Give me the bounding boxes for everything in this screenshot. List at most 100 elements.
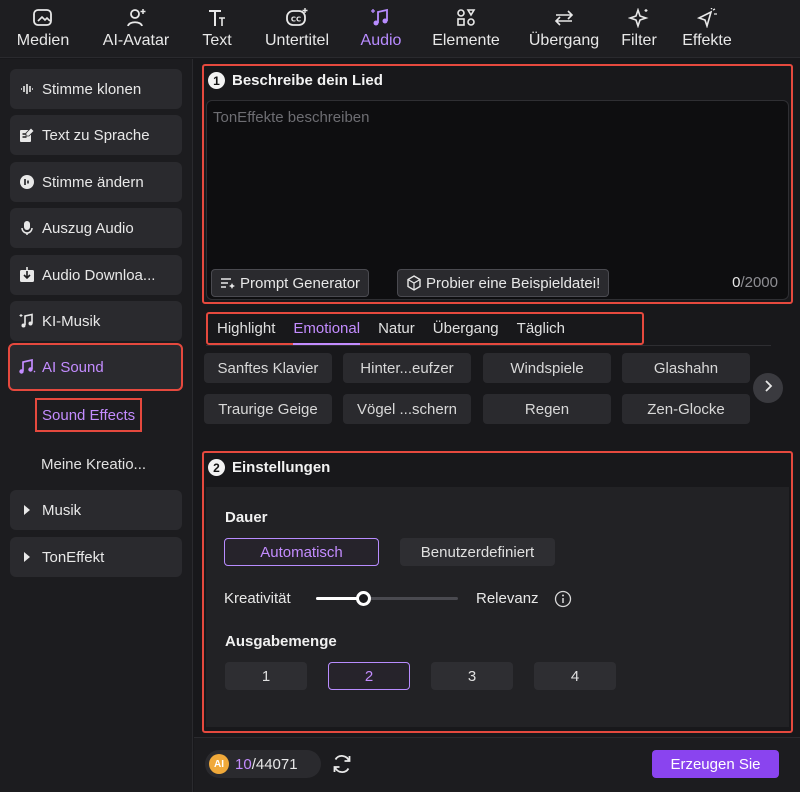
tool-label: Text — [202, 32, 232, 49]
top-toolbar: Medien AI-Avatar Text CC Untertitel Audi… — [0, 0, 800, 58]
tool-label: Effekte — [682, 32, 732, 49]
sound-chip[interactable]: Regen — [483, 394, 611, 424]
settings-title-text: Einstellungen — [232, 459, 331, 476]
refresh-icon[interactable] — [331, 753, 353, 775]
download-icon — [18, 266, 36, 284]
describe-title-text: Beschreibe dein Lied — [232, 72, 383, 89]
elements-icon — [453, 6, 479, 30]
tool-subtitles[interactable]: CC Untertitel — [248, 0, 346, 58]
media-icon — [30, 6, 56, 30]
tool-elements[interactable]: Elemente — [416, 0, 516, 58]
tool-label: Medien — [16, 32, 70, 49]
relevance-label: Relevanz — [476, 590, 539, 607]
duration-label: Dauer — [225, 509, 268, 526]
creativity-label: Kreativität — [224, 590, 291, 607]
effects-icon — [694, 6, 720, 30]
caret-right-icon — [18, 548, 36, 566]
tool-label: Untertitel — [264, 32, 330, 49]
sidebar-sub-label: Meine Kreatio... — [41, 455, 147, 473]
cube-icon — [406, 275, 422, 291]
tool-ai-avatar[interactable]: AI-Avatar — [86, 0, 186, 58]
sidebar-group-label: TonEffekt — [42, 548, 105, 566]
description-placeholder: TonEffekte beschreiben — [213, 109, 370, 126]
subtitle-icon: CC — [284, 6, 310, 30]
filter-icon — [626, 6, 652, 30]
tab-transition[interactable]: Übergang — [433, 314, 499, 343]
sidebar-item-audio-extract[interactable]: Auszug Audio — [10, 208, 182, 248]
tab-highlight[interactable]: Highlight — [217, 314, 275, 343]
example-file-button[interactable]: Probier eine Beispieldatei! — [397, 269, 610, 297]
category-tabs: Highlight Emotional Natur Übergang Tägli… — [206, 312, 644, 345]
tool-filter[interactable]: Filter — [612, 0, 666, 58]
tool-audio[interactable]: Audio — [346, 0, 416, 58]
duration-auto-button[interactable]: Automatisch — [224, 538, 379, 566]
sidebar-group-sound-effect[interactable]: TonEffekt — [10, 537, 182, 577]
sidebar-item-ai-sound[interactable]: AI Sound — [8, 343, 183, 391]
music-note-icon — [18, 312, 36, 330]
tool-transition[interactable]: Übergang — [516, 0, 612, 58]
output-option-4[interactable]: 4 — [534, 662, 616, 690]
slider-thumb[interactable] — [355, 591, 371, 606]
tool-label: Übergang — [528, 32, 600, 49]
transition-icon — [551, 6, 577, 30]
step-number: 2 — [208, 459, 225, 476]
voice-change-icon — [18, 173, 36, 191]
avatar-icon — [123, 6, 149, 30]
sidebar-item-text-to-speech[interactable]: Text zu Sprache — [10, 115, 182, 155]
duration-custom-button[interactable]: Benutzerdefiniert — [400, 538, 555, 566]
example-file-label: Probier eine Beispieldatei! — [426, 274, 601, 292]
sound-chip[interactable]: Traurige Geige — [204, 394, 332, 424]
sidebar-sub-my-creations[interactable]: Meine Kreatio... — [41, 447, 146, 481]
sound-chip[interactable]: Windspiele — [483, 353, 611, 383]
microphone-icon — [18, 219, 36, 237]
tab-emotional[interactable]: Emotional — [293, 314, 360, 345]
tool-label: Filter — [621, 32, 657, 49]
creativity-relevance-slider[interactable] — [316, 591, 458, 606]
credits-used: 10 — [235, 755, 252, 773]
ai-coin-icon: AI — [209, 754, 229, 774]
text-to-speech-icon — [18, 126, 36, 144]
credits-badge: AI 10/44071 — [205, 750, 321, 778]
caret-right-icon — [18, 501, 36, 519]
settings-title: 2 Einstellungen — [208, 459, 330, 476]
text-icon — [204, 6, 230, 30]
tool-text[interactable]: Text — [186, 0, 248, 58]
tool-effects[interactable]: Effekte — [666, 0, 748, 58]
description-textarea[interactable]: TonEffekte beschreiben Prompt Generator … — [206, 100, 789, 300]
sidebar-sub-label: Sound Effects — [42, 406, 136, 424]
chevron-right-icon — [763, 379, 773, 397]
tab-daily[interactable]: Täglich — [517, 314, 565, 343]
waveform-icon — [18, 80, 36, 98]
chips-next-button[interactable] — [753, 373, 783, 403]
output-option-3[interactable]: 3 — [431, 662, 513, 690]
sidebar-item-label: Stimme ändern — [42, 173, 144, 191]
tool-label: Audio — [360, 32, 402, 49]
sound-chip[interactable]: Zen-Glocke — [622, 394, 750, 424]
sidebar-item-label: Stimme klonen — [42, 80, 142, 98]
sound-chip[interactable]: Vögel ...schern — [343, 394, 471, 424]
tab-nature[interactable]: Natur — [378, 314, 415, 343]
sound-chip[interactable]: Hinter...eufzer — [343, 353, 471, 383]
sidebar-item-label: Audio Downloa... — [42, 266, 156, 284]
sidebar-group-music[interactable]: Musik — [10, 490, 182, 530]
info-icon[interactable] — [554, 590, 572, 613]
svg-text:CC: CC — [291, 16, 301, 24]
sidebar-item-voice-change[interactable]: Stimme ändern — [10, 162, 182, 202]
sidebar-item-label: Text zu Sprache — [42, 126, 150, 144]
sidebar-item-audio-download[interactable]: Audio Downloa... — [10, 255, 182, 295]
tool-media[interactable]: Medien — [0, 0, 86, 58]
sidebar-item-ai-music[interactable]: KI-Musik — [10, 301, 182, 341]
counter-max: /2000 — [740, 274, 778, 291]
prompt-generator-icon — [220, 276, 236, 290]
sound-chip[interactable]: Glashahn — [622, 353, 750, 383]
sound-chip[interactable]: Sanftes Klavier — [204, 353, 332, 383]
step-number: 1 — [208, 72, 225, 89]
sidebar-sub-sound-effects[interactable]: Sound Effects — [35, 398, 143, 432]
sidebar-item-label: Auszug Audio — [42, 219, 134, 237]
prompt-generator-button[interactable]: Prompt Generator — [211, 269, 370, 297]
output-option-1[interactable]: 1 — [225, 662, 307, 690]
output-option-2[interactable]: 2 — [328, 662, 410, 690]
generate-button[interactable]: Erzeugen Sie — [652, 750, 779, 778]
tool-label: Elemente — [432, 32, 500, 49]
sidebar-item-voice-clone[interactable]: Stimme klonen — [10, 69, 182, 109]
